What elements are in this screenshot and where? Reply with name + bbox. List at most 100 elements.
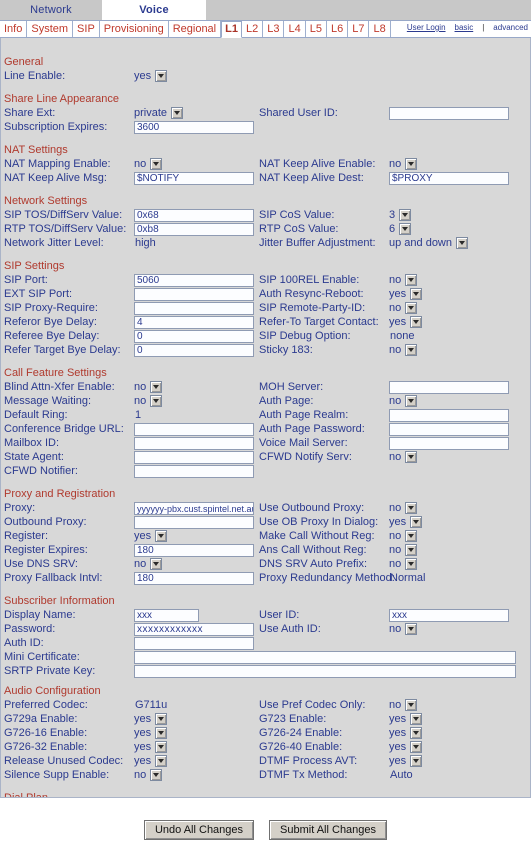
share-ext-select[interactable]: private (134, 107, 184, 120)
register-expires-input[interactable]: 180 (134, 543, 254, 557)
subtab-l8[interactable]: L8 (369, 21, 391, 37)
subtab-regional[interactable]: Regional (169, 21, 222, 37)
mini-certificate-input[interactable] (134, 650, 516, 664)
proxy-redundancy-select[interactable]: Normal (389, 571, 494, 585)
proxy-input[interactable]: yyyyyy-pbx.cust.spintel.net.au (134, 501, 254, 515)
state-agent-input[interactable] (134, 450, 254, 464)
auth-page-realm-input[interactable] (389, 408, 509, 422)
display-name-input[interactable]: xxx (134, 608, 199, 622)
rtp-cos-select[interactable]: 6 (389, 223, 412, 236)
subtab-provisioning[interactable]: Provisioning (100, 21, 169, 37)
subtab-l5[interactable]: L5 (306, 21, 327, 37)
subtab-l4[interactable]: L4 (284, 21, 306, 37)
shared-user-id-label: Shared User ID: (259, 107, 338, 119)
refer-to-target-select[interactable]: yes (389, 316, 423, 329)
blind-attn-xfer-select[interactable]: no (134, 381, 163, 394)
tab-network[interactable]: Network (0, 0, 103, 20)
conference-bridge-input[interactable] (134, 422, 254, 436)
row-default-ring: Default Ring: 1 Auth Page Realm: (1, 408, 530, 422)
dtmf-tx-method-select[interactable]: Auto (389, 768, 484, 782)
register-select[interactable]: yes (134, 530, 168, 543)
g726-40-select[interactable]: yes (389, 741, 423, 754)
subtab-sip[interactable]: SIP (73, 21, 100, 37)
use-auth-id-select[interactable]: no (389, 623, 418, 636)
ans-call-without-reg-select[interactable]: no (389, 544, 418, 557)
default-ring-select[interactable]: 1 (134, 408, 214, 422)
subtab-info[interactable]: Info (0, 21, 28, 37)
refer-target-bye-input[interactable]: 0 (134, 343, 254, 357)
password-input[interactable]: xxxxxxxxxxxx (134, 622, 254, 636)
g726-24-select[interactable]: yes (389, 727, 423, 740)
g726-32-select[interactable]: yes (134, 741, 168, 754)
row-srtp-private-key: SRTP Private Key: (1, 664, 530, 678)
subtab-l6[interactable]: L6 (327, 21, 349, 37)
referee-bye-input[interactable]: 0 (134, 329, 254, 343)
sip-cos-select[interactable]: 3 (389, 209, 412, 222)
proxy-label: Proxy: (4, 502, 36, 514)
silence-supp-select[interactable]: no (134, 769, 163, 782)
user-login-link[interactable]: User Login (407, 23, 446, 32)
use-dns-srv-select[interactable]: no (134, 558, 163, 571)
sticky-183-select[interactable]: no (389, 344, 418, 357)
proxy-fallback-input[interactable]: 180 (134, 571, 254, 585)
nat-keep-alive-enable-select[interactable]: no (389, 158, 418, 171)
use-ob-proxy-dialog-select[interactable]: yes (389, 516, 423, 529)
moh-server-input[interactable] (389, 380, 509, 394)
subtab-system[interactable]: System (27, 21, 74, 37)
basic-view-link[interactable]: basic (455, 23, 474, 32)
subtab-l7[interactable]: L7 (348, 21, 370, 37)
sip-debug-select[interactable]: none (389, 329, 524, 343)
sip-remote-party-select[interactable]: no (389, 302, 418, 315)
shared-user-id-input[interactable] (389, 106, 509, 120)
make-call-without-reg-select[interactable]: no (389, 530, 418, 543)
auth-page-password-input[interactable] (389, 422, 509, 436)
nat-mapping-enable-select[interactable]: no (134, 158, 163, 171)
jitter-level-select[interactable]: high (134, 236, 239, 250)
referor-bye-input[interactable]: 4 (134, 315, 254, 329)
preferred-codec-select[interactable]: G711u (134, 698, 219, 712)
ext-sip-port-input[interactable] (134, 287, 254, 301)
use-pref-codec-only-select[interactable]: no (389, 699, 418, 712)
g729a-select[interactable]: yes (134, 713, 168, 726)
sip-proxy-require-input[interactable] (134, 301, 254, 315)
tab-voice[interactable]: Voice (103, 0, 206, 20)
undo-all-changes-button[interactable]: Undo All Changes (143, 820, 255, 840)
auth-page-select[interactable]: no (389, 395, 418, 408)
use-outbound-proxy-select[interactable]: no (389, 502, 418, 515)
sip-port-input[interactable]: 5060 (134, 273, 254, 287)
submit-all-changes-button[interactable]: Submit All Changes (269, 820, 388, 840)
subtab-l1[interactable]: L1 (221, 21, 242, 38)
dns-srv-auto-prefix-select[interactable]: no (389, 558, 418, 571)
cfwd-notifier-input[interactable] (134, 464, 254, 478)
sip-100rel-value: no (389, 274, 402, 286)
sip-100rel-select[interactable]: no (389, 274, 418, 287)
sip-tos-input[interactable]: 0x68 (134, 208, 254, 222)
nat-keep-alive-msg-input[interactable]: $NOTIFY (134, 171, 254, 185)
srtp-private-key-input[interactable] (134, 664, 516, 678)
auth-resync-select[interactable]: yes (389, 288, 423, 301)
action-buttons: Undo All Changes Submit All Changes (0, 820, 531, 840)
dtmf-process-avt-select[interactable]: yes (389, 755, 423, 768)
subtab-l2[interactable]: L2 (242, 21, 264, 37)
cfwd-notify-serv-select[interactable]: no (389, 451, 418, 464)
outbound-proxy-input[interactable] (134, 515, 254, 529)
chevron-down-icon (405, 451, 418, 463)
line-enable-select[interactable]: yes (134, 70, 168, 83)
user-id-input[interactable]: xxx (389, 608, 509, 622)
g726-16-select[interactable]: yes (134, 727, 168, 740)
release-unused-codec-select[interactable]: yes (134, 755, 168, 768)
g723-select[interactable]: yes (389, 713, 423, 726)
message-waiting-select[interactable]: no (134, 395, 163, 408)
auth-page-password-label: Auth Page Password: (259, 423, 365, 435)
use-outbound-proxy-label: Use Outbound Proxy: (259, 502, 365, 514)
nat-keep-alive-dest-input[interactable]: $PROXY (389, 171, 509, 185)
jitter-adjust-select[interactable]: up and down (389, 237, 468, 250)
rtp-tos-input[interactable]: 0xb8 (134, 222, 254, 236)
subtab-l3[interactable]: L3 (263, 21, 285, 37)
auth-id-input[interactable] (134, 636, 254, 650)
row-cfwd-notifier: CFWD Notifier: (1, 464, 530, 478)
subscription-expires-input[interactable]: 3600 (134, 120, 254, 134)
advanced-view-link[interactable]: advanced (493, 23, 528, 32)
voice-mail-server-input[interactable] (389, 436, 509, 450)
mailbox-id-input[interactable] (134, 436, 254, 450)
